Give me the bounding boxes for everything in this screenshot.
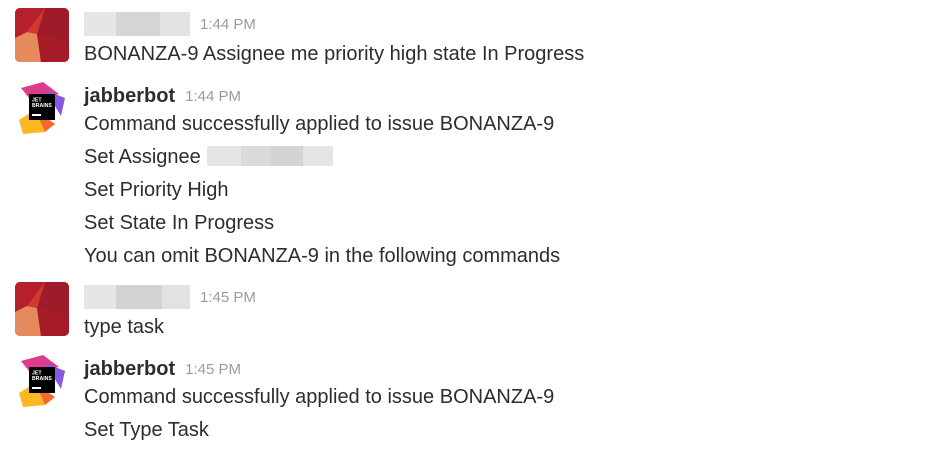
- sender-name[interactable]: jabberbot: [84, 85, 175, 108]
- message-header: 1:45 PM: [84, 285, 256, 309]
- message-header: 1:44 PM: [84, 12, 256, 36]
- message-header: jabberbot 1:44 PM: [84, 84, 241, 108]
- message-header: jabberbot 1:45 PM: [84, 357, 241, 381]
- message-text: Set Assignee: [84, 141, 333, 174]
- redacted-username[interactable]: [84, 12, 190, 36]
- message-timestamp[interactable]: 1:45 PM: [185, 361, 241, 378]
- redacted-assignee: [206, 145, 333, 166]
- message-timestamp[interactable]: 1:44 PM: [200, 16, 256, 33]
- jetbrains-logo-icon: JET BRAINS: [15, 353, 69, 407]
- logo-text-brains: BRAINS: [32, 103, 52, 109]
- message-text: You can omit BONANZA-9 in the following …: [84, 245, 561, 267]
- message-text-segment: Set Assignee: [84, 146, 201, 168]
- sender-name[interactable]: jabberbot: [84, 358, 175, 381]
- message-timestamp[interactable]: 1:45 PM: [200, 289, 256, 306]
- bot-avatar[interactable]: JET BRAINS: [15, 353, 69, 407]
- message-text: Set Priority High: [84, 179, 229, 201]
- user-avatar[interactable]: [15, 282, 69, 336]
- message-text: type task: [84, 316, 165, 338]
- message-timestamp[interactable]: 1:44 PM: [185, 88, 241, 105]
- message-text: Command successfully applied to issue BO…: [84, 386, 555, 408]
- user-avatar[interactable]: [15, 8, 69, 62]
- jetbrains-logo-icon: JET BRAINS: [15, 80, 69, 134]
- bot-avatar[interactable]: JET BRAINS: [15, 80, 69, 134]
- message-text: Command successfully applied to issue BO…: [84, 113, 555, 135]
- message-text: BONANZA-9 Assignee me priority high stat…: [84, 43, 585, 65]
- logo-text-brains: BRAINS: [32, 376, 52, 382]
- message-text: Set State In Progress: [84, 212, 275, 234]
- redacted-username[interactable]: [84, 285, 190, 309]
- message-text: Set Type Task: [84, 419, 209, 441]
